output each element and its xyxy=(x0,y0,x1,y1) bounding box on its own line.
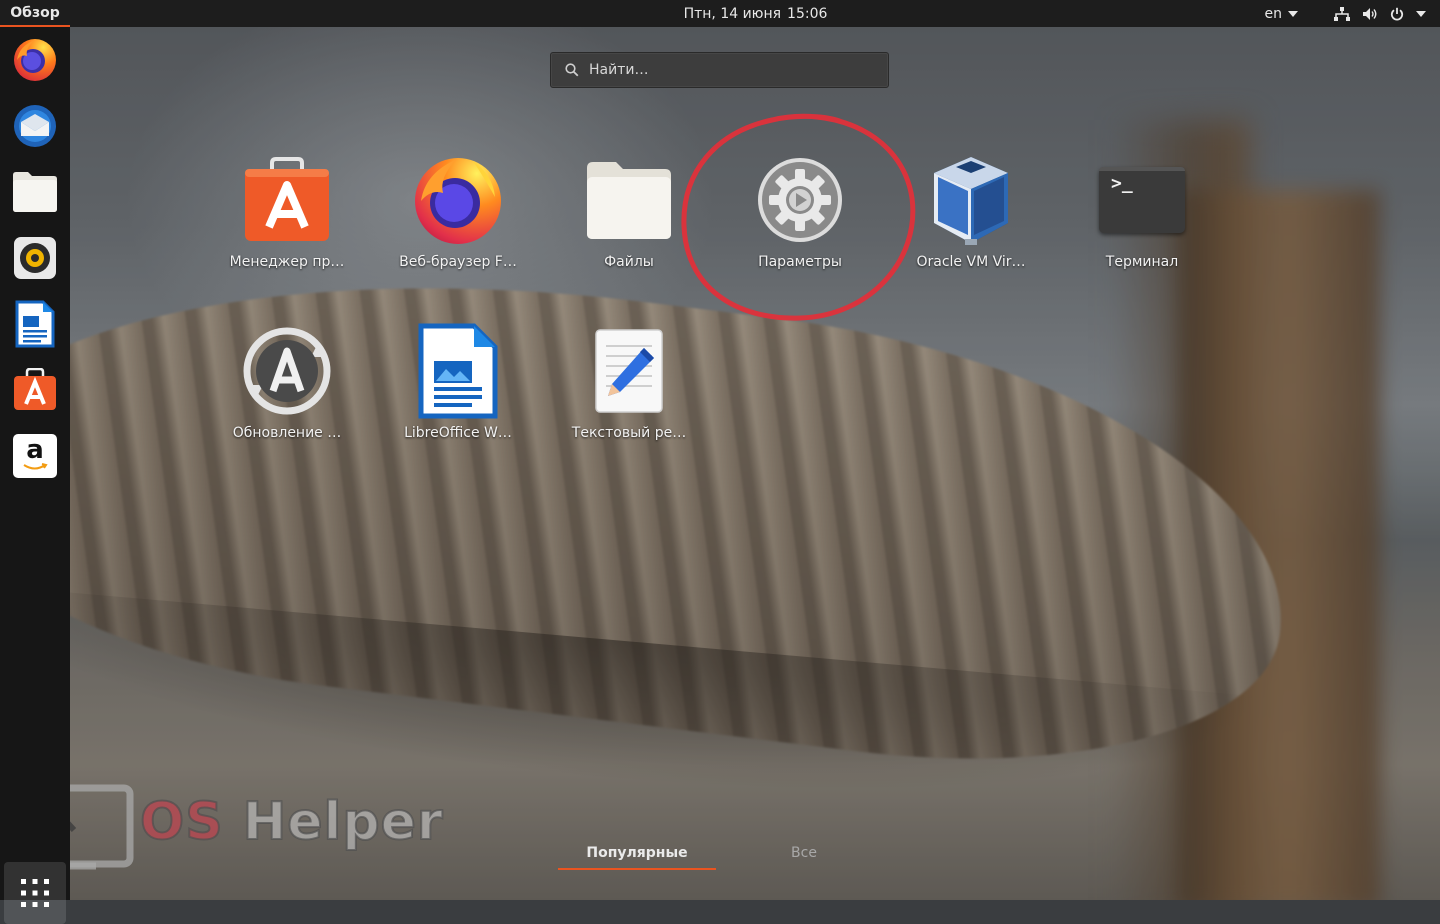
firefox-icon xyxy=(415,158,501,244)
folder-icon xyxy=(587,162,671,239)
language-label: en xyxy=(1264,5,1283,22)
app-text-editor[interactable]: Текстовый ре… xyxy=(549,323,709,453)
app-grid-icon xyxy=(21,879,49,907)
volume-icon[interactable] xyxy=(1362,7,1378,21)
activities-button[interactable]: Обзор xyxy=(0,0,70,27)
dock-item-thunderbird[interactable] xyxy=(10,101,60,151)
app-label: Параметры xyxy=(758,254,842,270)
app-icon-wrap xyxy=(239,152,335,248)
tab-popular[interactable]: Популярные xyxy=(558,838,716,870)
clock-time: 15:06 xyxy=(787,5,828,22)
clock-date: Птн, 14 июня xyxy=(683,5,782,22)
software-manager-icon xyxy=(245,157,329,241)
app-libreoffice-writer[interactable]: LibreOffice W… xyxy=(378,323,538,453)
thunderbird-icon xyxy=(14,105,56,147)
app-label: Обновление … xyxy=(232,425,342,441)
app-label: Менеджер пр… xyxy=(229,254,345,270)
dock-item-rhythmbox[interactable] xyxy=(10,233,60,283)
terminal-icon: >_ xyxy=(1099,167,1185,233)
app-terminal[interactable]: >_ Терминал xyxy=(1062,152,1222,282)
top-bar: Птн, 14 июня 15:06 Обзор en xyxy=(0,0,1440,27)
app-firefox[interactable]: Веб-браузер F… xyxy=(378,152,538,282)
app-label: Веб-браузер F… xyxy=(399,254,517,270)
app-icon-wrap xyxy=(410,323,506,419)
amazon-letter: a xyxy=(26,435,44,465)
app-software-updater[interactable]: Обновление … xyxy=(207,323,367,453)
dock: a xyxy=(0,27,70,924)
app-icon-wrap xyxy=(581,323,677,419)
app-label: Терминал xyxy=(1105,254,1179,270)
tab-all-label: Все xyxy=(791,845,817,861)
search-bar[interactable] xyxy=(550,52,889,88)
chevron-down-icon xyxy=(1288,10,1298,17)
system-menu-chevron-icon[interactable] xyxy=(1416,10,1426,17)
rhythmbox-icon xyxy=(14,237,56,279)
writer-icon xyxy=(15,300,55,348)
language-selector[interactable]: en xyxy=(1264,5,1298,22)
app-icon-wrap: >_ xyxy=(1094,152,1190,248)
app-label: LibreOffice W… xyxy=(404,425,512,441)
app-label: Текстовый ре… xyxy=(571,425,687,441)
dock-item-writer[interactable] xyxy=(10,299,60,349)
software-updater-icon xyxy=(243,327,331,415)
app-label: Файлы xyxy=(604,254,654,270)
settings-gear-icon xyxy=(758,158,842,242)
clock[interactable]: Птн, 14 июня 15:06 xyxy=(0,0,1440,27)
activities-label: Обзор xyxy=(10,4,60,21)
amazon-icon: a xyxy=(13,434,57,478)
dock-item-files[interactable] xyxy=(10,167,60,217)
text-editor-icon xyxy=(595,329,663,413)
terminal-prompt: >_ xyxy=(1111,173,1133,194)
app-view-tabs: Популярные Все xyxy=(0,838,1440,878)
app-icon-wrap xyxy=(752,152,848,248)
app-label: Oracle VM Vir… xyxy=(916,254,1026,270)
app-icon-wrap xyxy=(239,323,335,419)
tab-all[interactable]: Все xyxy=(725,838,883,868)
dock-item-amazon[interactable]: a xyxy=(10,431,60,481)
amazon-smile-icon xyxy=(23,463,48,470)
dock-item-software[interactable] xyxy=(10,365,60,415)
app-virtualbox[interactable]: Oracle VM Vir… xyxy=(891,152,1051,282)
dock-item-firefox[interactable] xyxy=(10,35,60,85)
search-icon xyxy=(565,63,579,77)
firefox-icon xyxy=(14,39,56,81)
power-icon[interactable] xyxy=(1390,7,1404,21)
folder-icon xyxy=(13,172,57,212)
software-icon xyxy=(14,368,56,410)
app-software-manager[interactable]: Менеджер пр… xyxy=(207,152,367,282)
app-files[interactable]: Файлы xyxy=(549,152,709,282)
app-icon-wrap xyxy=(581,152,677,248)
network-icon[interactable] xyxy=(1334,6,1350,21)
tab-popular-label: Популярные xyxy=(586,845,688,861)
search-input[interactable] xyxy=(587,61,871,79)
system-tray[interactable]: en xyxy=(1264,0,1426,27)
virtualbox-icon xyxy=(934,157,1008,245)
app-icon-wrap xyxy=(410,152,506,248)
app-icon-wrap xyxy=(923,152,1019,248)
writer-icon xyxy=(418,323,498,419)
app-settings[interactable]: Параметры xyxy=(720,152,880,282)
